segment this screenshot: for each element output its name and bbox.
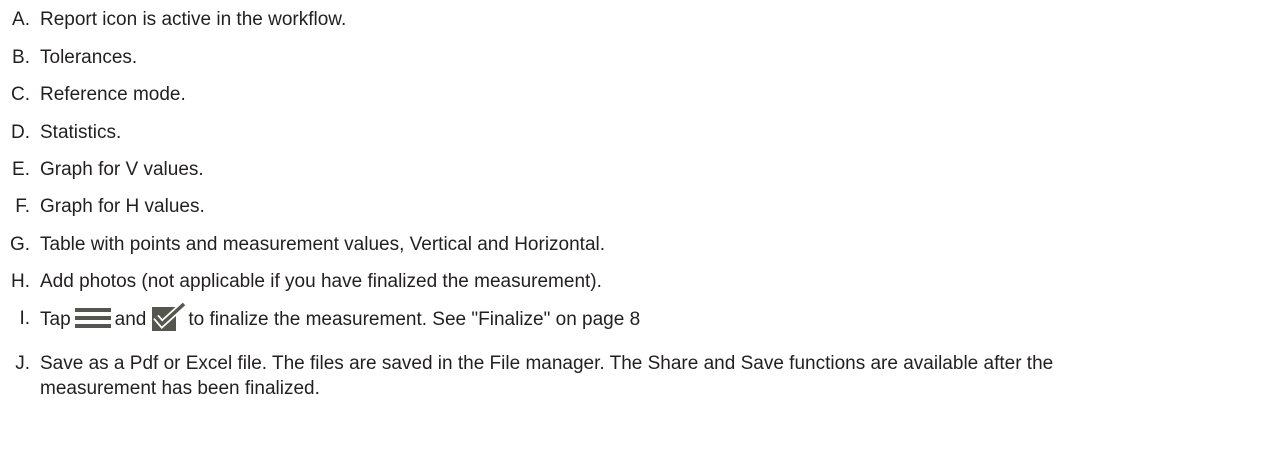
item-text: Table with points and measurement values… [40, 234, 606, 255]
item-letter: C. [11, 84, 30, 105]
item-text: Save as a Pdf or Excel file. The files a… [40, 353, 1054, 399]
item-text-before: Tap [40, 309, 71, 331]
item-text: Reference mode. [40, 84, 186, 105]
item-letter: F. [15, 196, 30, 217]
item-text: Add photos (not applicable if you have f… [40, 271, 602, 292]
item-letter: J. [15, 353, 30, 374]
item-letter: A. [12, 9, 30, 30]
item-letter: B. [12, 47, 30, 68]
item-text-middle: and [114, 309, 147, 331]
item-text-after: to finalize the measurement. See "Finali… [188, 309, 641, 331]
item-text: Graph for H values. [40, 196, 205, 217]
item-letter: H. [11, 271, 30, 292]
item-text: Report icon is active in the workflow. [40, 9, 347, 30]
menu-icon [74, 307, 111, 329]
item-letter: I. [19, 308, 30, 329]
item-text: Tolerances. [40, 47, 138, 68]
item-text: Statistics. [40, 122, 122, 143]
item-letter: E. [12, 159, 30, 180]
item-letter: D. [11, 122, 30, 143]
item-text: Tap and to finalize the measurement. See "… [40, 301, 1170, 334]
item-letter: G. [9, 234, 30, 255]
item-text: Graph for V values. [40, 159, 204, 180]
check-icon [152, 301, 187, 331]
instruction-list: A. Report icon is active in the workflow… [0, 0, 1276, 450]
